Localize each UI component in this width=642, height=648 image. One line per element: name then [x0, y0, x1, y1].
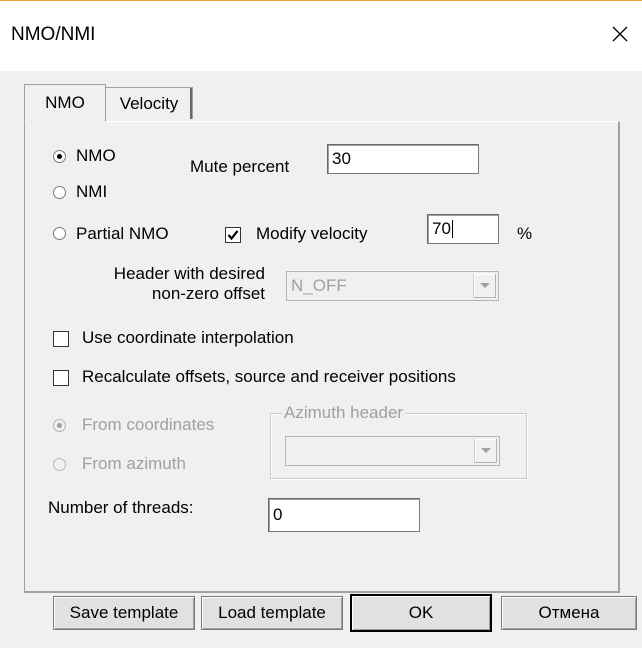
ok-button[interactable]: OK: [350, 594, 492, 632]
ok-label: OK: [408, 603, 434, 622]
close-button[interactable]: [602, 16, 638, 52]
recalculate-offsets-label: Recalculate offsets, source and receiver…: [82, 367, 456, 386]
tab-nmo[interactable]: NMO: [24, 84, 106, 122]
chevron-down-icon: [481, 448, 491, 453]
cancel-button[interactable]: Отмена: [501, 596, 637, 630]
azimuth-header-select[interactable]: [285, 436, 500, 466]
header-offset-select[interactable]: N_OFF: [286, 271, 499, 301]
modify-velocity-checkbox[interactable]: [225, 227, 241, 243]
modify-velocity-value: 70: [432, 219, 451, 238]
load-template-button[interactable]: Load template: [201, 596, 343, 630]
modify-velocity-input[interactable]: 70: [427, 214, 499, 244]
close-icon: [612, 26, 628, 42]
header-offset-dropdown-button[interactable]: [473, 274, 496, 298]
number-of-threads-label: Number of threads:: [48, 498, 194, 517]
radio-nmo[interactable]: [53, 150, 66, 163]
radio-selected-dot: [57, 154, 62, 159]
radio-partial-nmo-label: Partial NMO: [76, 224, 169, 243]
save-template-label: Save template: [69, 603, 179, 622]
azimuth-header-dropdown-button[interactable]: [474, 439, 497, 463]
tab-nmo-label: NMO: [45, 93, 85, 112]
number-of-threads-value: 0: [273, 505, 283, 524]
mute-percent-label: Mute percent: [190, 157, 290, 176]
modify-velocity-label: Modify velocity: [256, 224, 368, 243]
header-offset-label-line2: non-zero offset: [151, 284, 265, 303]
header-offset-value: N_OFF: [291, 276, 347, 295]
radio-nmi-label: NMI: [76, 182, 108, 201]
tab-velocity-label: Velocity: [119, 93, 179, 113]
mute-percent-input[interactable]: 30: [327, 144, 479, 174]
radio-partial-nmo[interactable]: [53, 227, 66, 240]
tab-velocity[interactable]: Velocity: [105, 87, 193, 119]
radio-nmi[interactable]: [53, 186, 66, 199]
modify-velocity-unit: %: [517, 224, 533, 243]
radio-from-azimuth[interactable]: [53, 458, 66, 471]
recalculate-offsets-checkbox[interactable]: [53, 370, 69, 386]
checkmark-icon: [227, 230, 239, 241]
window-title: NMO/NMI: [11, 24, 96, 45]
text-caret: [451, 220, 453, 238]
header-offset-label-line1: Header with desired: [113, 264, 265, 283]
azimuth-header-title: Azimuth header: [282, 403, 406, 423]
use-coordinate-interpolation-checkbox[interactable]: [53, 331, 69, 347]
load-template-label: Load template: [218, 603, 326, 622]
radio-nmo-label: NMO: [76, 146, 116, 165]
save-template-button[interactable]: Save template: [53, 596, 195, 630]
header-offset-label: Header with desired non-zero offset: [90, 264, 265, 304]
number-of-threads-input[interactable]: 0: [268, 498, 420, 532]
chevron-down-icon: [480, 283, 490, 288]
radio-from-coordinates-label: From coordinates: [82, 415, 215, 434]
mute-percent-value: 30: [332, 149, 351, 168]
radio-from-azimuth-label: From azimuth: [82, 454, 186, 473]
title-bar: [0, 1, 642, 71]
cancel-label: Отмена: [538, 603, 600, 622]
radio-selected-dot: [57, 423, 62, 428]
radio-from-coordinates[interactable]: [53, 419, 66, 432]
use-coordinate-interpolation-label: Use coordinate interpolation: [82, 328, 294, 347]
